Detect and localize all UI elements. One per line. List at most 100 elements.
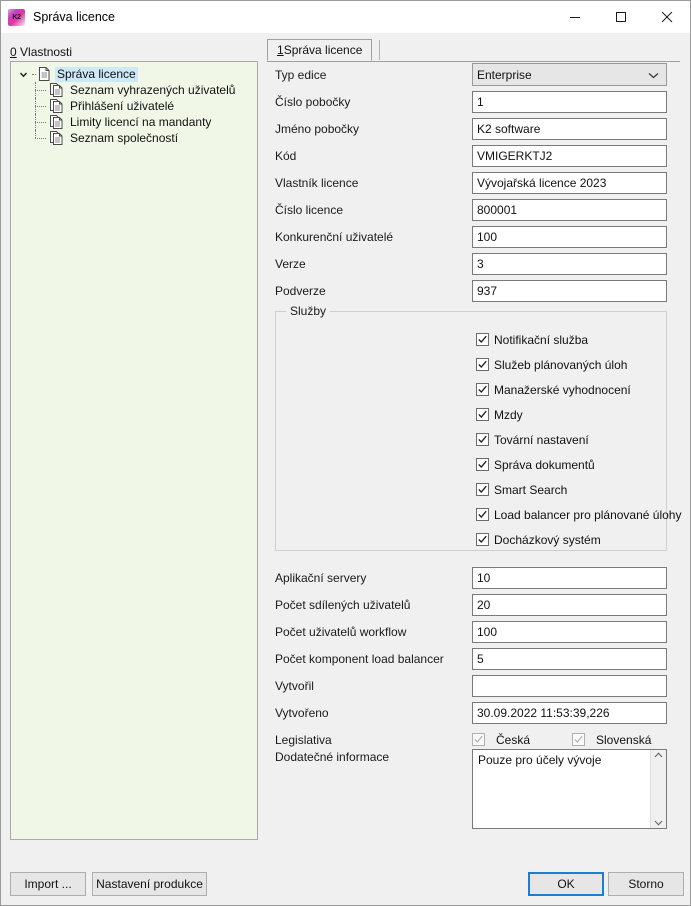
label-legislativa: Legislativa — [275, 732, 332, 747]
label-pocet-komponent-load-balancer: Počet komponent load balancer — [275, 651, 444, 666]
maximize-icon — [616, 12, 626, 22]
close-button[interactable] — [644, 1, 690, 33]
tab-divider — [379, 40, 380, 60]
tree-item-reserved-users[interactable]: Seznam vyhrazených uživatelů — [11, 82, 257, 98]
checkbox-box[interactable] — [476, 383, 489, 396]
field-row-aplikacni-servery: Aplikační servery 10 — [275, 564, 667, 591]
tree-item-companies[interactable]: Seznam společností — [11, 130, 257, 146]
checkbox-box[interactable] — [476, 508, 489, 521]
input-konkurencni-uzivatele[interactable]: 100 — [472, 225, 667, 248]
checkbox-notifikacni-sluzba[interactable]: Notifikační služba — [476, 331, 588, 348]
checkbox-legislativa-ceska[interactable]: Česká — [472, 733, 572, 747]
label-jmeno-pobocky: Jméno pobočky — [275, 121, 360, 136]
tab-sprava-licence[interactable]: 1 Správa licence — [267, 39, 373, 61]
checkbox-label: Služeb plánovaných úloh — [494, 357, 628, 372]
documents-icon — [50, 99, 63, 113]
checkbox-smart-search[interactable]: Smart Search — [476, 481, 567, 498]
tree-item-label: Seznam vyhrazených uživatelů — [70, 82, 236, 97]
textarea-scrollbar[interactable] — [650, 750, 666, 828]
checkbox-manazerske-vyhodnoceni[interactable]: Manažerské vyhodnocení — [476, 381, 631, 398]
documents-icon — [50, 131, 63, 145]
minimize-button[interactable] — [552, 1, 598, 33]
check-icon — [478, 510, 487, 518]
checkbox-box[interactable] — [472, 733, 485, 746]
properties-pane: 0 Vlastnosti Správa licence Seznam vyhra… — [1, 33, 261, 865]
properties-tree[interactable]: Správa licence Seznam vyhrazených uživat… — [10, 61, 258, 840]
label-podverze: Podverze — [275, 283, 326, 298]
import-button[interactable]: Import ... — [10, 872, 86, 896]
field-row-kod: Kód VMIGERKTJ2 — [275, 142, 667, 169]
production-settings-button[interactable]: Nastavení produkce — [92, 872, 207, 896]
title-bar: K2 Správa licence — [1, 1, 690, 33]
dialog-content: 0 Vlastnosti Správa licence Seznam vyhra… — [1, 33, 690, 865]
input-podverze[interactable]: 937 — [472, 279, 667, 302]
ok-button[interactable]: OK — [528, 872, 604, 896]
field-row-cislo-pobocky: Číslo pobočky 1 — [275, 88, 667, 115]
license-form: Typ edice Enterprise Číslo pobočky 1 Jmé… — [261, 61, 690, 865]
checkbox-box[interactable] — [572, 733, 585, 746]
input-vlastnik-licence[interactable]: Vývojařská licence 2023 — [472, 171, 667, 194]
input-aplikacni-servery[interactable]: 10 — [472, 566, 667, 589]
checkbox-box[interactable] — [476, 408, 489, 421]
input-verze[interactable]: 3 — [472, 252, 667, 275]
checkbox-box[interactable] — [476, 458, 489, 471]
input-vytvoreno[interactable]: 30.09.2022 11:53:39,226 — [472, 701, 667, 724]
textarea-dodatecne-informace[interactable]: Pouze pro účely vývoje — [472, 749, 667, 829]
input-jmeno-pobocky[interactable]: K2 software — [472, 117, 667, 140]
label-vlastnik-licence: Vlastník licence — [275, 175, 359, 190]
check-icon — [478, 435, 487, 443]
label-pocet-sdilenych-uzivatelu: Počet sdílených uživatelů — [275, 597, 411, 612]
dialog-footer: Import ... Nastavení produkce OK Storno — [1, 865, 690, 905]
tree-connector — [32, 73, 36, 75]
scroll-down-icon — [654, 820, 663, 826]
maximize-button[interactable] — [598, 1, 644, 33]
input-kod[interactable]: VMIGERKTJ2 — [472, 144, 667, 167]
label-cislo-pobocky: Číslo pobočky — [275, 94, 351, 109]
select-typ-edice[interactable]: Enterprise — [472, 63, 667, 86]
checkbox-label: Správa dokumentů — [494, 457, 595, 472]
cancel-button[interactable]: Storno — [608, 872, 684, 896]
tree-connector — [32, 98, 50, 114]
checkbox-load-balancer[interactable]: Load balancer pro plánované úlohy — [476, 506, 681, 523]
input-pocet-uzivatelu-workflow[interactable]: 100 — [472, 620, 667, 643]
tree-item-license-limits[interactable]: Limity licencí na mandanty — [11, 114, 257, 130]
label-dodatecne-informace: Dodatečné informace — [275, 750, 390, 764]
checkbox-tovarni-nastaveni[interactable]: Tovární nastavení — [476, 431, 589, 448]
checkbox-sprava-dokumentu[interactable]: Správa dokumentů — [476, 456, 595, 473]
field-row-konkurencni-uzivatele: Konkurenční uživatelé 100 — [275, 223, 667, 250]
label-verze: Verze — [275, 256, 306, 271]
input-pocet-sdilenych-uzivatelu[interactable]: 20 — [472, 593, 667, 616]
tree-item-root[interactable]: Správa licence — [11, 66, 257, 82]
field-row-vlastnik-licence: Vlastník licence Vývojařská licence 2023 — [275, 169, 667, 196]
properties-accel: 0 — [10, 45, 17, 59]
services-group-title: Služby — [286, 304, 331, 318]
checkbox-label: Smart Search — [494, 482, 568, 497]
input-pocet-komponent-load-balancer[interactable]: 5 — [472, 647, 667, 670]
license-management-dialog: K2 Správa licence 0 Vlastnosti Správa li… — [0, 0, 691, 906]
checkbox-mzdy[interactable]: Mzdy — [476, 406, 523, 423]
checkbox-legislativa-slovenska[interactable]: Slovenská — [572, 733, 651, 747]
tab-accel: 1 — [277, 43, 284, 57]
input-cislo-pobocky[interactable]: 1 — [472, 90, 667, 113]
textarea-value[interactable]: Pouze pro účely vývoje — [473, 750, 650, 828]
field-row-typ-edice: Typ edice Enterprise — [275, 61, 667, 88]
tree-connector — [32, 114, 50, 130]
tree-item-logged-users[interactable]: Přihlášení uživatelé — [11, 98, 257, 114]
checkbox-dochazkovy-system[interactable]: Docházkový systém — [476, 531, 601, 548]
checkbox-label: Notifikační služba — [494, 332, 589, 347]
check-icon — [474, 735, 483, 743]
label-pocet-uzivatelu-workflow: Počet uživatelů workflow — [275, 624, 407, 639]
checkbox-box[interactable] — [476, 333, 489, 346]
checkbox-box[interactable] — [476, 358, 489, 371]
checkbox-box[interactable] — [476, 433, 489, 446]
field-row-vytvoril: Vytvořil — [275, 672, 667, 699]
checkbox-sluzeb-planovanych-uloh[interactable]: Služeb plánovaných úloh — [476, 356, 627, 373]
checkbox-box[interactable] — [476, 483, 489, 496]
expand-collapse-chevron-icon[interactable] — [15, 70, 32, 79]
documents-icon — [50, 115, 63, 129]
window-controls — [552, 1, 690, 33]
checkbox-box[interactable] — [476, 533, 489, 546]
input-cislo-licence[interactable]: 800001 — [472, 198, 667, 221]
check-icon — [478, 385, 487, 393]
input-vytvoril[interactable] — [472, 674, 667, 697]
